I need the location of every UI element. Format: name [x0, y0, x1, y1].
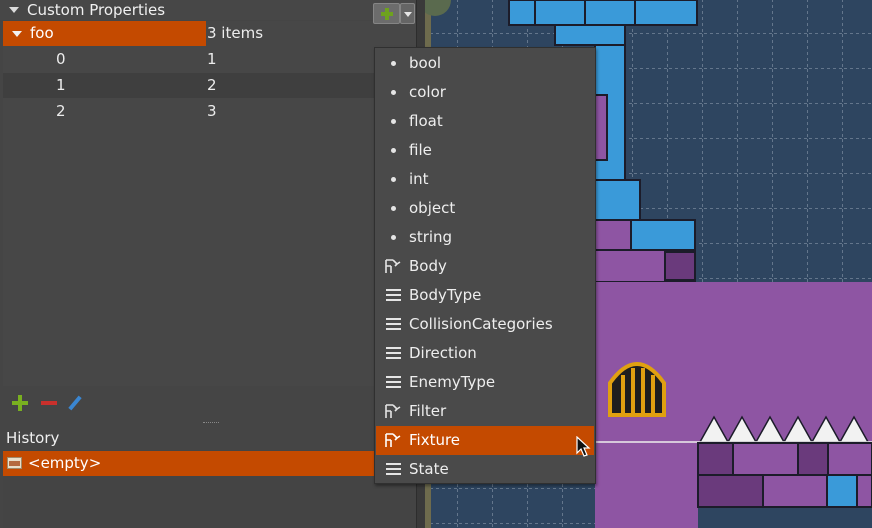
custom-properties-title: Custom Properties: [27, 1, 166, 19]
menu-item-bool[interactable]: bool: [376, 49, 594, 78]
enum-icon: [386, 318, 401, 331]
chevron-down-icon: [404, 12, 412, 17]
property-value: 3 items: [207, 21, 416, 46]
history-title: History: [6, 429, 60, 447]
history-entry-label: <empty>: [28, 454, 102, 472]
enum-icon: [386, 463, 401, 476]
menu-item-body[interactable]: Body: [376, 252, 594, 281]
collapse-triangle-icon[interactable]: [9, 7, 19, 13]
table-row[interactable]: 2 3: [3, 99, 416, 124]
property-row-foo[interactable]: foo 3 items: [3, 21, 416, 46]
properties-toolbar: [3, 390, 416, 416]
dot-icon: [391, 119, 396, 124]
dot-icon: [391, 90, 396, 95]
dot-icon: [391, 235, 396, 240]
table-row[interactable]: 0 1: [3, 47, 416, 72]
menu-item-collisioncategories[interactable]: CollisionCategories: [376, 310, 594, 339]
document-icon: [7, 457, 22, 469]
menu-item-state[interactable]: State: [376, 455, 594, 484]
class-icon: [385, 433, 401, 447]
history-list: <empty>: [3, 450, 416, 528]
properties-panel: Custom Properties foo 3 items 0 1 1 2 2 …: [0, 0, 416, 528]
dot-icon: [391, 148, 396, 153]
child-key: 2: [56, 102, 66, 120]
class-icon: [385, 259, 401, 273]
menu-item-float[interactable]: float: [376, 107, 594, 136]
expand-triangle-icon[interactable]: [12, 31, 22, 37]
table-row[interactable]: 1 2: [3, 73, 416, 98]
child-key: 0: [56, 50, 66, 68]
menu-item-int[interactable]: int: [376, 165, 594, 194]
menu-item-filter[interactable]: Filter: [376, 397, 594, 426]
menu-item-color[interactable]: color: [376, 78, 594, 107]
child-key: 1: [56, 76, 66, 94]
dot-icon: [391, 61, 396, 66]
add-value-button[interactable]: [373, 3, 400, 24]
menu-item-file[interactable]: file: [376, 136, 594, 165]
type-menu: bool color float file int object string …: [374, 47, 596, 484]
custom-properties-header[interactable]: Custom Properties: [0, 0, 416, 20]
remove-property-icon[interactable]: [41, 401, 57, 405]
property-name: foo: [30, 24, 54, 42]
add-property-icon[interactable]: [12, 395, 28, 411]
property-table: foo 3 items 0 1 1 2 2 3: [3, 21, 416, 386]
menu-item-object[interactable]: object: [376, 194, 594, 223]
class-icon: [385, 404, 401, 418]
menu-item-enemytype[interactable]: EnemyType: [376, 368, 594, 397]
type-dropdown-button[interactable]: [400, 3, 415, 24]
menu-item-fixture[interactable]: Fixture: [376, 426, 594, 455]
dot-icon: [391, 206, 396, 211]
enum-icon: [386, 347, 401, 360]
menu-item-direction[interactable]: Direction: [376, 339, 594, 368]
menu-item-bodytype[interactable]: BodyType: [376, 281, 594, 310]
dot-icon: [391, 177, 396, 182]
history-entry[interactable]: <empty>: [3, 451, 375, 476]
rename-property-icon[interactable]: [68, 395, 83, 411]
enum-icon: [386, 289, 401, 302]
mouse-cursor-icon: [576, 436, 591, 457]
menu-item-string[interactable]: string: [376, 223, 594, 252]
enum-icon: [386, 376, 401, 389]
panel-splitter-handle[interactable]: [203, 422, 219, 424]
